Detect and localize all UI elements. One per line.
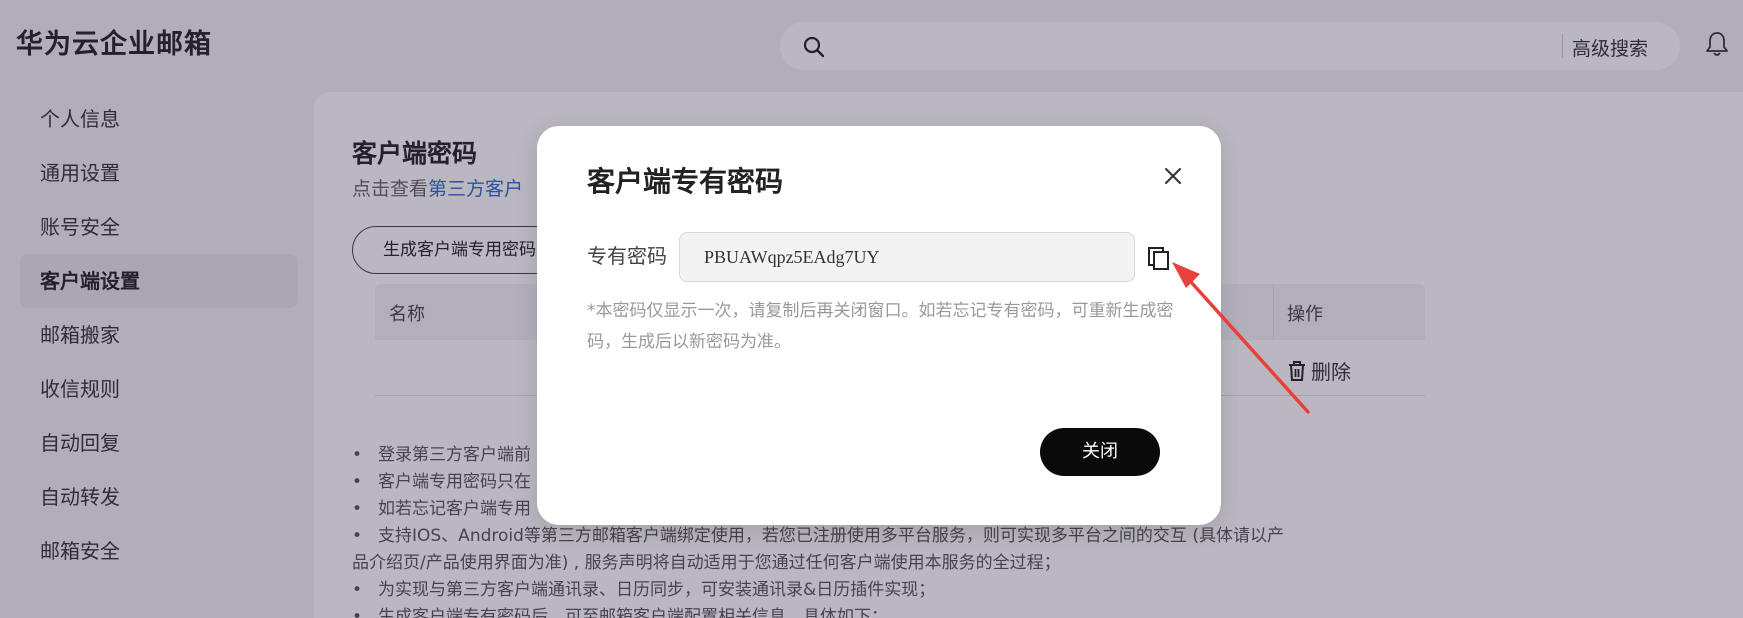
dialog-title: 客户端专有密码 (587, 165, 784, 198)
copy-icon[interactable] (1146, 245, 1172, 271)
password-label: 专有密码 (587, 244, 667, 268)
password-field[interactable]: PBUAWqpz5EAdg7UY (679, 232, 1135, 282)
password-hint: *本密码仅显示一次，请复制后再关闭窗口。如若忘记专有密码，可重新生成密码，生成后… (587, 301, 1174, 352)
client-password-dialog: 客户端专有密码 专有密码 PBUAWqpz5EAdg7UY *本密码仅显示一次，… (537, 126, 1221, 525)
close-dialog-button[interactable]: 关闭 (1040, 428, 1160, 476)
close-icon[interactable] (1161, 164, 1185, 188)
